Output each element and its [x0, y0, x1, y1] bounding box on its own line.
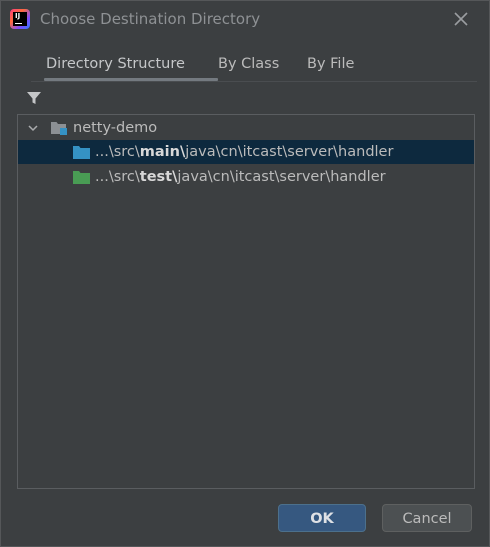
tab-divider: [31, 81, 477, 82]
folder-icon: [73, 170, 90, 184]
dialog-title: Choose Destination Directory: [40, 10, 261, 28]
path-prefix: ...\src\: [95, 144, 140, 160]
chevron-down-icon[interactable]: [27, 122, 39, 134]
path-prefix: ...\src\: [95, 169, 140, 185]
tab-label: By File: [307, 56, 355, 72]
tree-item-path: ...\src\main\java\cn\itcast\server\handl…: [95, 142, 393, 162]
cancel-button[interactable]: Cancel: [382, 504, 472, 532]
folder-icon: [73, 145, 90, 159]
tab-by-class[interactable]: By Class: [218, 51, 279, 81]
path-source-root: test\: [139, 169, 178, 185]
path-suffix: java\cn\itcast\server\handler: [185, 144, 394, 160]
tab-by-file[interactable]: By File: [307, 51, 354, 81]
tree-item-test-handler[interactable]: ...\src\test\java\cn\itcast\server\handl…: [18, 165, 474, 189]
ok-button[interactable]: OK: [278, 504, 366, 532]
tree-root-netty-demo[interactable]: netty-demo: [18, 116, 474, 140]
project-module-icon: [50, 120, 68, 136]
title-bar: IJ Choose Destination Directory: [1, 1, 489, 38]
tree-root-label: netty-demo: [73, 120, 158, 136]
filter-icon[interactable]: [25, 89, 43, 107]
tree-item-path: ...\src\test\java\cn\itcast\server\handl…: [95, 167, 386, 187]
path-suffix: java\cn\itcast\server\handler: [177, 169, 386, 185]
tab-label: Directory Structure: [46, 56, 185, 72]
tree-item-main-handler[interactable]: ...\src\main\java\cn\itcast\server\handl…: [18, 140, 474, 164]
choose-destination-dialog: IJ Choose Destination Directory Director…: [0, 0, 490, 547]
close-icon[interactable]: [450, 8, 472, 30]
intellij-idea-icon: IJ: [10, 9, 30, 29]
directory-tree[interactable]: netty-demo ...\src\main\java\cn\itcast\s…: [17, 114, 475, 489]
tab-directory-structure[interactable]: Directory Structure: [44, 51, 218, 81]
tab-label: By Class: [218, 56, 280, 72]
path-source-root: main\: [139, 144, 186, 160]
